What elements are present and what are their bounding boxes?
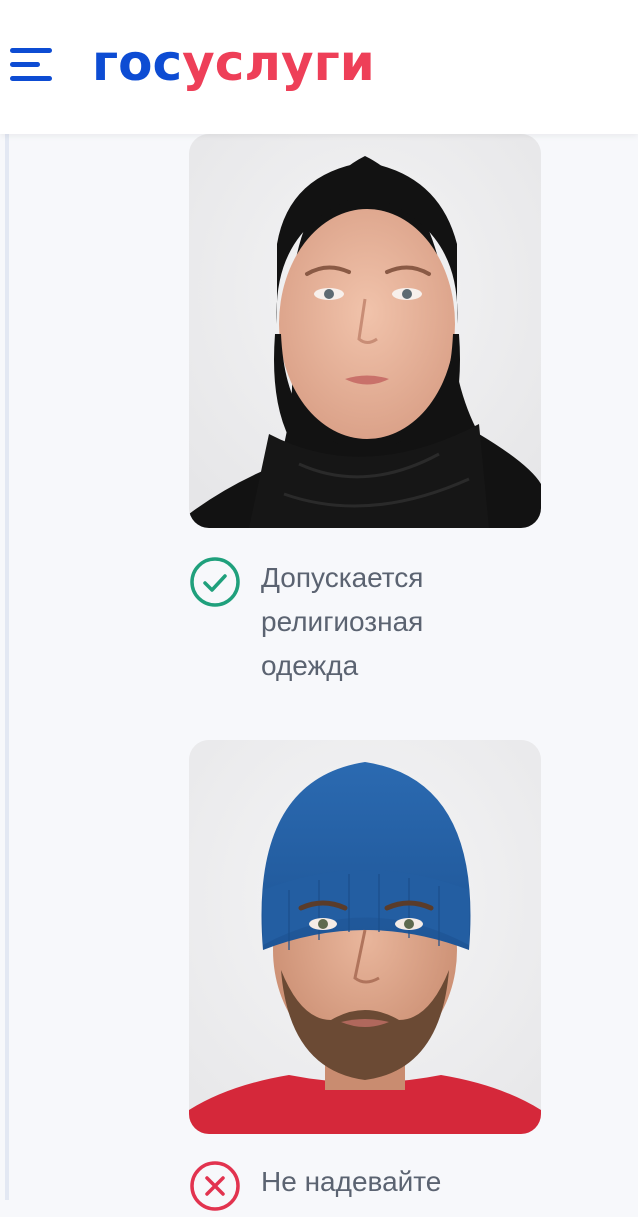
photo-man-beanie bbox=[189, 740, 541, 1134]
logo-part-gos: гос bbox=[92, 34, 183, 92]
cross-circle-icon bbox=[189, 1160, 241, 1212]
hamburger-menu-icon[interactable] bbox=[6, 42, 58, 88]
app-header: госуслуги bbox=[0, 0, 638, 134]
check-circle-icon bbox=[189, 556, 241, 608]
status-not-allowed-text: Не надевайте bbox=[261, 1166, 442, 1197]
content-left-border bbox=[5, 134, 9, 1200]
logo-part-uslugi: услуги bbox=[182, 34, 375, 92]
status-allowed-text: Допускается религиозная одежда bbox=[261, 562, 424, 681]
gosuslugi-logo[interactable]: госуслуги bbox=[92, 28, 375, 98]
photo-woman-headscarf bbox=[189, 134, 541, 528]
